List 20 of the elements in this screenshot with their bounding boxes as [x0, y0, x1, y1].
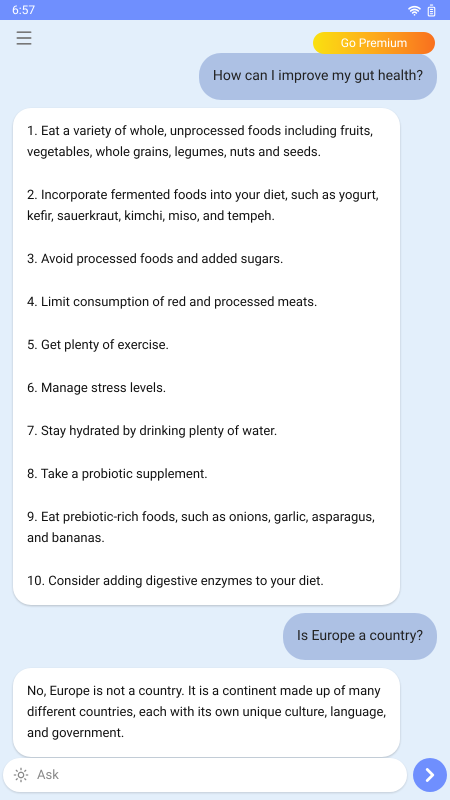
message-paragraph: 1. Eat a variety of whole, unprocessed foods including fruits, vegetables, whole grains, legumes, nuts and seeds.: [27, 123, 374, 162]
send-button[interactable]: [413, 758, 447, 792]
message-paragraph: 7. Stay hydrated by drinking plenty of water.: [27, 423, 278, 441]
battery-icon: [425, 4, 438, 16]
message-paragraph: 6. Manage stress levels.: [27, 380, 168, 398]
user-message: How can I improve my gut health?: [198, 53, 437, 100]
message-paragraph: 10. Consider adding digestive enzymes to your diet.: [27, 573, 325, 591]
premium-button[interactable]: Go Premium: [313, 32, 435, 54]
message-paragraph: No, Europe is not a country. It is a continent made up of many different countries, each with its own unique culture, language, and government.: [27, 683, 386, 743]
message-paragraph: 5. Get plenty of exercise.: [27, 337, 170, 355]
message-paragraph: 4. Limit consumption of red and processed meats.: [27, 294, 318, 312]
message-paragraph: 3. Avoid processed foods and added sugars.: [27, 251, 284, 269]
user-message: Is Europe a country?: [283, 613, 437, 660]
sun-icon: [13, 767, 29, 783]
ask-field[interactable]: Ask: [3, 758, 407, 792]
wifi-icon: [408, 4, 421, 16]
message-paragraph: 2. Incorporate fermented foods into your diet, such as yogurt, kefir, sauerkraut, kimchi, miso, and tempeh.: [27, 187, 380, 226]
message-paragraph: 8. Take a probiotic supplement.: [27, 466, 209, 484]
status-time: 6:57: [12, 2, 36, 19]
message-paragraph: 9. Eat prebiotic-rich foods, such as onions, garlic, asparagus, and bananas.: [27, 509, 376, 548]
